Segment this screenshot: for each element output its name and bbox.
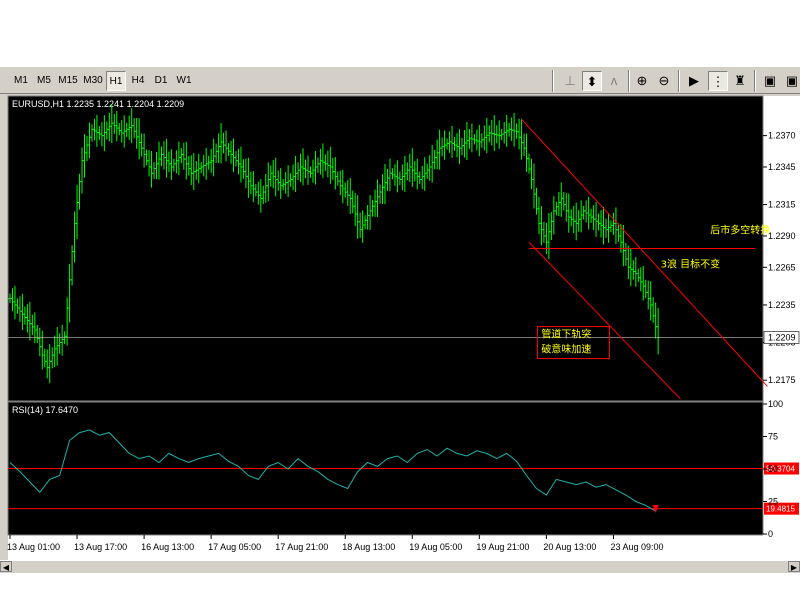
timeframe-h4-button[interactable]: H4 — [127, 71, 149, 91]
indicators-icon[interactable]: ♜ — [730, 71, 750, 91]
symbol-header: EURUSD,H1 1.2235 1.2241 1.2204 1.2209 — [12, 99, 184, 109]
toolbar-separator — [552, 70, 554, 92]
time-tick-label: 20 Aug 13:00 — [543, 542, 596, 552]
scroll-left-button[interactable]: ◀ — [0, 561, 12, 572]
price-tick-label: 1.2370 — [768, 131, 796, 141]
time-tick-label: 19 Aug 05:00 — [409, 542, 462, 552]
bar-chart-icon[interactable]: ⊥ — [560, 71, 580, 91]
price-tick-label: 1.2265 — [768, 262, 796, 272]
candlestick-chart-icon[interactable]: ⬍ — [582, 71, 602, 91]
terminal-window: M1 M5 M15 M30 H1 H4 D1 W1 ⊥ ⬍ ʌ ⊕ ⊖ ▶ ⋮ … — [0, 0, 800, 600]
time-tick-label: 13 Aug 01:00 — [7, 542, 60, 552]
auto-scroll-icon[interactable]: ⋮ — [708, 71, 728, 91]
timeframe-h1-button[interactable]: H1 — [106, 71, 126, 91]
timeframe-m15-button[interactable]: M15 — [56, 71, 80, 91]
line-chart-icon[interactable]: ʌ — [604, 71, 624, 91]
time-tick-label: 18 Aug 13:00 — [342, 542, 395, 552]
timeframe-d1-button[interactable]: D1 — [150, 71, 172, 91]
rsi-tick-label: 50 — [768, 464, 778, 474]
time-tick-label: 19 Aug 21:00 — [476, 542, 529, 552]
time-tick-label: 17 Aug 05:00 — [208, 542, 261, 552]
rsi-tick-label: 100 — [768, 399, 783, 409]
chart-annotation: 后市多空转换 — [710, 223, 770, 236]
zoom-in-icon[interactable]: ⊕ — [632, 71, 652, 91]
price-tick-label: 1.2345 — [768, 162, 796, 172]
horizontal-scrollbar[interactable]: ◀ ▶ — [0, 560, 800, 573]
rsi-header: RSI(14) 17.6470 — [12, 405, 78, 415]
time-tick-label: 17 Aug 21:00 — [275, 542, 328, 552]
toolbar-separator — [754, 70, 756, 92]
price-tick-label: 1.2315 — [768, 200, 796, 210]
chart-annotation: 3浪 目标不变 — [661, 257, 721, 270]
price-tick-label: 1.2235 — [768, 300, 796, 310]
rsi-tick-label: 0 — [768, 529, 773, 539]
chart-shift-icon[interactable]: ▶ — [684, 71, 704, 91]
price-tick-label: 1.2175 — [768, 375, 796, 385]
toolbar-separator — [678, 70, 680, 92]
chart-canvas[interactable]: EURUSD,H1 1.2235 1.2241 1.2204 1.2209 RS… — [0, 94, 800, 560]
navigator-icon[interactable]: ▣ — [760, 71, 780, 91]
chart-annotation: 管道下轨突 — [541, 328, 591, 341]
timeframe-m5-button[interactable]: M5 — [33, 71, 55, 91]
price-tick-label: 1.2290 — [768, 231, 796, 241]
chart-annotation: 破意味加速 — [541, 343, 591, 356]
scroll-right-button[interactable]: ▶ — [788, 561, 800, 572]
time-tick-label: 23 Aug 09:00 — [610, 542, 663, 552]
chart-toolbar: M1 M5 M15 M30 H1 H4 D1 W1 ⊥ ⬍ ʌ ⊕ ⊖ ▶ ⋮ … — [0, 66, 800, 94]
current-price-label: 1.2209 — [768, 333, 796, 343]
timeframe-w1-button[interactable]: W1 — [173, 71, 195, 91]
toolbar-separator — [628, 70, 630, 92]
time-tick-label: 13 Aug 17:00 — [74, 542, 127, 552]
zoom-out-icon[interactable]: ⊖ — [654, 71, 674, 91]
rsi-tick-label: 75 — [768, 432, 778, 442]
timeframe-m1-button[interactable]: M1 — [10, 71, 32, 91]
time-tick-label: 16 Aug 13:00 — [141, 542, 194, 552]
timeframe-m30-button[interactable]: M30 — [81, 71, 105, 91]
terminal-icon[interactable]: ▣ — [782, 71, 800, 91]
rsi-tick-label: 25 — [768, 497, 778, 507]
chart-area: EURUSD,H1 1.2235 1.2241 1.2204 1.2209 RS… — [0, 94, 800, 560]
